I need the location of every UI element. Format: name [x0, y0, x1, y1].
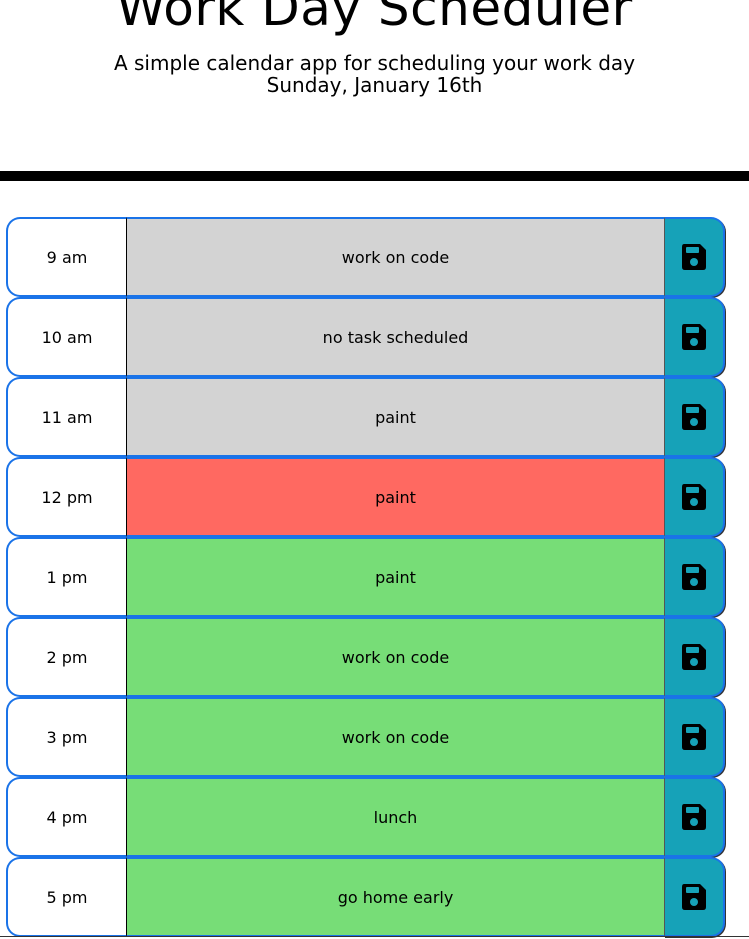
- task-description[interactable]: lunch: [127, 777, 664, 857]
- page-bottom-border: [0, 936, 749, 937]
- save-button[interactable]: [664, 857, 725, 937]
- timeblock-row: 5 pm go home early: [6, 857, 726, 937]
- timeblock-row: 9 am work on code: [6, 217, 726, 297]
- save-button[interactable]: [664, 297, 725, 377]
- floppy-disk-icon: [682, 644, 706, 670]
- save-button[interactable]: [664, 537, 725, 617]
- save-button[interactable]: [664, 377, 725, 457]
- hour-label: 2 pm: [6, 617, 127, 697]
- save-button[interactable]: [664, 697, 725, 777]
- schedule-container: 9 am work on code 10 am no task schedule…: [6, 217, 726, 937]
- floppy-disk-icon: [682, 244, 706, 270]
- task-description[interactable]: paint: [127, 377, 664, 457]
- page-title: Work Day Scheduler: [116, 0, 633, 37]
- timeblock-row: 12 pm paint: [6, 457, 726, 537]
- timeblock-row: 10 am no task scheduled: [6, 297, 726, 377]
- save-button[interactable]: [664, 777, 725, 857]
- current-day: Sunday, January 16th: [266, 73, 483, 97]
- task-description[interactable]: paint: [127, 537, 664, 617]
- floppy-disk-icon: [682, 324, 706, 350]
- task-description[interactable]: paint: [127, 457, 664, 537]
- task-description[interactable]: go home early: [127, 857, 664, 937]
- hour-label: 12 pm: [6, 457, 127, 537]
- floppy-disk-icon: [682, 884, 706, 910]
- hour-label: 10 am: [6, 297, 127, 377]
- task-description[interactable]: work on code: [127, 217, 664, 297]
- hour-label: 3 pm: [6, 697, 127, 777]
- page-header: Work Day Scheduler A simple calendar app…: [0, 0, 749, 172]
- save-button[interactable]: [664, 457, 725, 537]
- hour-label: 5 pm: [6, 857, 127, 937]
- timeblock-row: 2 pm work on code: [6, 617, 726, 697]
- timeblock-row: 4 pm lunch: [6, 777, 726, 857]
- floppy-disk-icon: [682, 484, 706, 510]
- timeblock-row: 3 pm work on code: [6, 697, 726, 777]
- task-description[interactable]: no task scheduled: [127, 297, 664, 377]
- timeblock-row: 1 pm paint: [6, 537, 726, 617]
- hour-label: 9 am: [6, 217, 127, 297]
- task-description[interactable]: work on code: [127, 617, 664, 697]
- hour-label: 4 pm: [6, 777, 127, 857]
- timeblock-row: 11 am paint: [6, 377, 726, 457]
- save-button[interactable]: [664, 617, 725, 697]
- floppy-disk-icon: [682, 724, 706, 750]
- save-button[interactable]: [664, 217, 725, 297]
- floppy-disk-icon: [682, 404, 706, 430]
- floppy-disk-icon: [682, 804, 706, 830]
- task-description[interactable]: work on code: [127, 697, 664, 777]
- hour-label: 11 am: [6, 377, 127, 457]
- header-divider: [0, 171, 749, 181]
- hour-label: 1 pm: [6, 537, 127, 617]
- page-subtitle: A simple calendar app for scheduling you…: [113, 51, 636, 75]
- floppy-disk-icon: [682, 564, 706, 590]
